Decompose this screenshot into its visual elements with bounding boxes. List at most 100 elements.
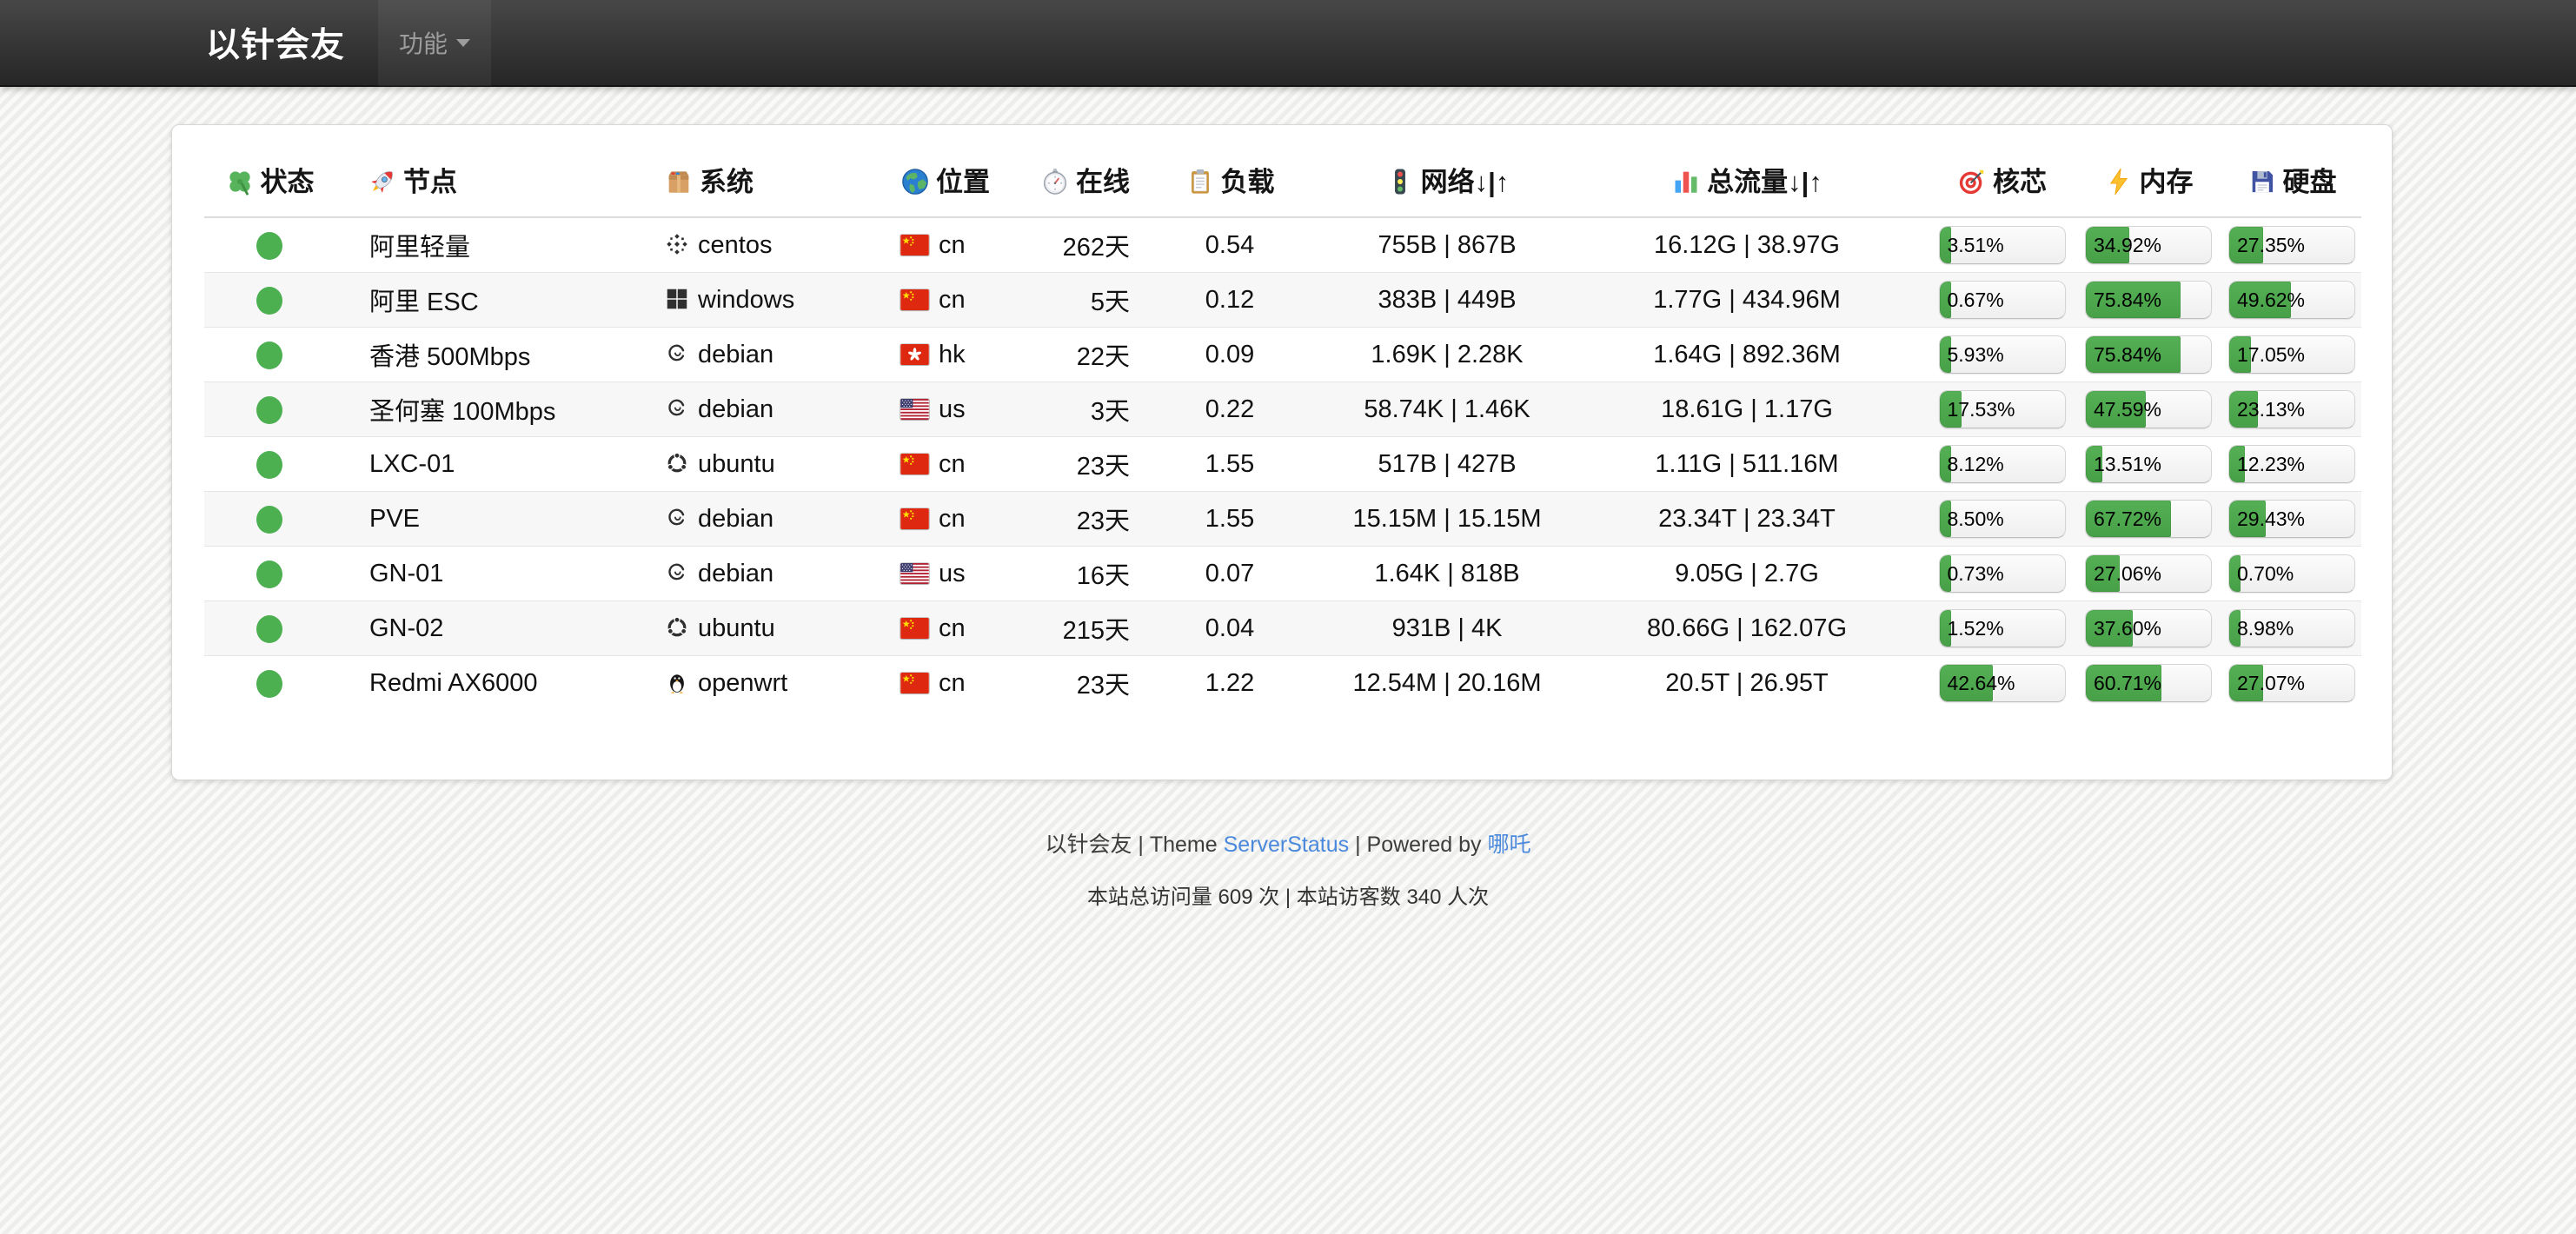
network-cell: 931B | 4K [1330, 601, 1564, 656]
node-name: PVE [335, 492, 661, 547]
load-cell: 0.22 [1130, 382, 1330, 437]
network-cell: 58.74K | 1.46K [1330, 382, 1564, 437]
memory-percent-label: 75.84% [2094, 282, 2161, 318]
memory-progress-bar: 27.06% [2085, 554, 2212, 593]
os-label: windows [698, 286, 794, 314]
status-cell [204, 217, 335, 273]
server-row: GN-01 debian us 16天 0.07 1.64K | 818B 9.… [204, 547, 2361, 601]
cpu-percent-label: 42.64% [1948, 665, 2015, 701]
uptime-cell: 3天 [1017, 382, 1130, 437]
os-label: debian [698, 560, 773, 587]
location-label: us [939, 395, 966, 423]
lightning-icon [2104, 167, 2134, 196]
load-cell: 0.04 [1130, 601, 1330, 656]
column-label: 硬盘 [2283, 167, 2337, 197]
cpu-progress-bar: 8.12% [1939, 445, 2066, 483]
location-cell: cn [886, 273, 1017, 328]
disk-percent-label: 27.35% [2237, 227, 2305, 263]
location-cell: cn [886, 217, 1017, 273]
server-row: GN-02 ubuntu cn 215天 0.04 931B | 4K 80.6… [204, 601, 2361, 656]
traffic-cell: 23.34T | 23.34T [1564, 492, 1929, 547]
status-online-dot [256, 451, 282, 479]
target-icon [1957, 167, 1987, 196]
traffic-cell: 9.05G | 2.7G [1564, 547, 1929, 601]
server-row: 阿里 ESC windows cn 5天 0.12 383B | 449B 1.… [204, 273, 2361, 328]
cpu-progress-bar: 1.52% [1939, 609, 2066, 647]
cpu-percent-label: 0.73% [1948, 555, 2004, 592]
country-flag-icon [900, 344, 929, 365]
stopwatch-icon [1040, 167, 1070, 196]
os-icon [664, 450, 690, 476]
load-cell: 1.55 [1130, 437, 1330, 492]
cpu-percent-label: 1.52% [1948, 610, 2004, 647]
status-online-dot [256, 561, 282, 588]
status-cell [204, 273, 335, 328]
memory-progress-bar: 47.59% [2085, 390, 2212, 428]
cpu-percent-label: 0.67% [1948, 282, 2004, 318]
cpu-percent-label: 3.51% [1948, 227, 2004, 263]
cpu-progress-bar: 5.93% [1939, 335, 2066, 374]
node-name: 香港 500Mbps [335, 328, 661, 382]
system-cell: centos [661, 217, 886, 273]
features-dropdown-label: 功能 [399, 25, 448, 60]
disk-percent-label: 12.23% [2237, 446, 2305, 482]
os-label: debian [698, 395, 773, 423]
footer: 以针会友 | Theme ServerStatus | Powered by 哪… [0, 827, 2576, 910]
column-header-cpu: 核芯 [1929, 148, 2075, 217]
memory-percent-label: 67.72% [2094, 501, 2161, 537]
cpu-cell: 8.50% [1929, 492, 2075, 547]
visit-stats: 本站总访问量 609 次 | 本站访客数 340 人次 [0, 879, 2576, 910]
country-flag-icon [900, 289, 929, 310]
disk-percent-label: 27.07% [2237, 665, 2305, 701]
cpu-cell: 3.51% [1929, 217, 2075, 273]
cpu-progress-bar: 8.50% [1939, 500, 2066, 538]
os-icon [664, 560, 690, 586]
node-name: Redmi AX6000 [335, 656, 661, 711]
column-label: 负载 [1221, 167, 1275, 197]
location-label: us [939, 560, 966, 587]
status-online-dot [256, 287, 282, 315]
table-header-row: 状态节点系统位置在线负载网络↓|↑总流量↓|↑核芯内存硬盘 [204, 148, 2361, 217]
system-cell: debian [661, 547, 886, 601]
memory-progress-bar: 13.51% [2085, 445, 2212, 483]
uptime-cell: 16天 [1017, 547, 1130, 601]
column-header-load: 负载 [1130, 148, 1330, 217]
column-header-disk: 硬盘 [2222, 148, 2361, 217]
column-header-network: 网络↓|↑ [1330, 148, 1564, 217]
disk-progress-bar: 29.43% [2228, 500, 2355, 538]
server-row: 阿里轻量 centos cn 262天 0.54 755B | 867B 16.… [204, 217, 2361, 273]
cpu-cell: 1.52% [1929, 601, 2075, 656]
load-cell: 0.54 [1130, 217, 1330, 273]
network-cell: 15.15M | 15.15M [1330, 492, 1564, 547]
location-cell: cn [886, 601, 1017, 656]
powered-by-link[interactable]: 哪吒 [1488, 833, 1531, 857]
uptime-cell: 22天 [1017, 328, 1130, 382]
column-label: 内存 [2140, 167, 2194, 197]
os-label: openwrt [698, 669, 787, 697]
traffic-cell: 16.12G | 38.97G [1564, 217, 1929, 273]
memory-cell: 47.59% [2075, 382, 2222, 437]
cpu-cell: 17.53% [1929, 382, 2075, 437]
location-cell: us [886, 382, 1017, 437]
location-label: cn [939, 286, 966, 314]
theme-link[interactable]: ServerStatus [1224, 833, 1350, 857]
site-brand-link[interactable]: 以针会友 [206, 18, 345, 67]
status-online-dot [256, 342, 282, 369]
network-cell: 755B | 867B [1330, 217, 1564, 273]
status-cell [204, 328, 335, 382]
features-dropdown[interactable]: 功能 [378, 0, 491, 86]
column-header-system: 系统 [661, 148, 886, 217]
uptime-cell: 23天 [1017, 656, 1130, 711]
memory-progress-bar: 34.92% [2085, 226, 2212, 264]
disk-progress-bar: 8.98% [2228, 609, 2355, 647]
node-name: 圣何塞 100Mbps [335, 382, 661, 437]
memory-progress-bar: 75.84% [2085, 335, 2212, 374]
memory-cell: 27.06% [2075, 547, 2222, 601]
disk-cell: 49.62% [2222, 273, 2361, 328]
column-label: 系统 [700, 167, 754, 197]
memory-progress-bar: 37.60% [2085, 609, 2212, 647]
memory-progress-bar: 75.84% [2085, 281, 2212, 319]
cpu-progress-bar: 42.64% [1939, 664, 2066, 702]
node-name: GN-02 [335, 601, 661, 656]
disk-cell: 27.07% [2222, 656, 2361, 711]
